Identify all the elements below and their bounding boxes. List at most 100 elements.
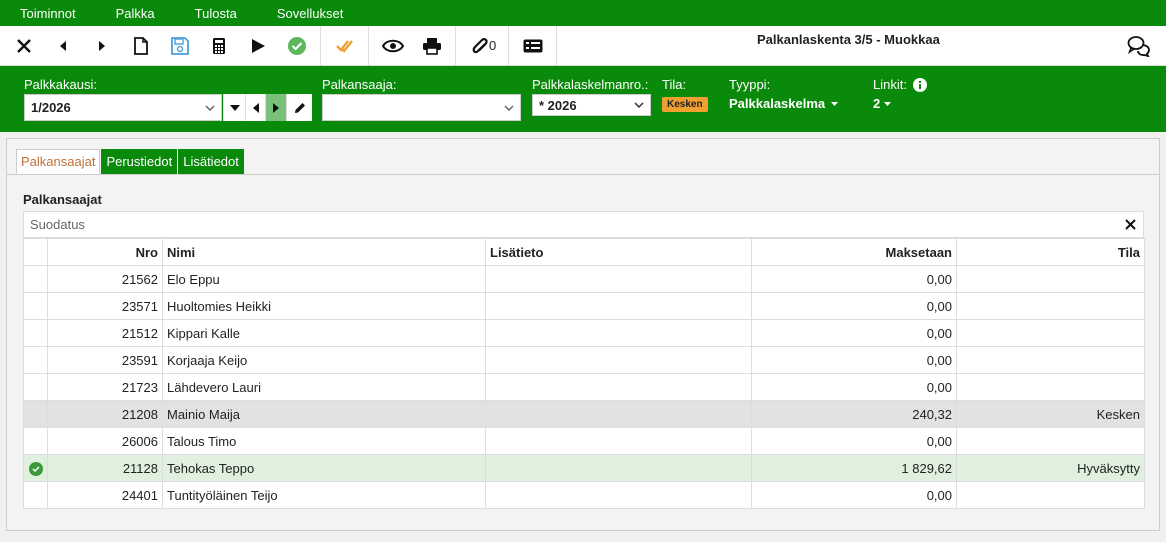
save-icon[interactable] [160, 26, 199, 66]
employee-label: Palkansaaja: [322, 77, 397, 92]
calculator-icon[interactable] [199, 26, 238, 66]
cell-tila [956, 481, 1145, 509]
table-row[interactable]: 23571 Huoltomies Heikki 0,00 [23, 292, 1145, 320]
menu-sovellukset[interactable]: Sovellukset [277, 6, 343, 21]
play-icon[interactable] [238, 26, 277, 66]
cell-lisatieto [485, 373, 752, 401]
info-icon[interactable] [913, 78, 927, 92]
period-edit-button[interactable] [286, 94, 312, 121]
col-header-nro[interactable]: Nro [47, 238, 163, 266]
caret-left-icon [252, 102, 259, 113]
table-row[interactable]: 21128 Tehokas Teppo 1 829,62 Hyväksytty [23, 454, 1145, 482]
col-header-tila[interactable]: Tila [956, 238, 1145, 266]
calcno-select[interactable]: * 2026 [532, 94, 651, 116]
period-next-button[interactable] [265, 94, 286, 121]
caret-down-icon [229, 104, 240, 111]
print-icon[interactable] [412, 26, 451, 66]
cell-tila [956, 346, 1145, 374]
col-header-lisatieto[interactable]: Lisätieto [485, 238, 752, 266]
cell-maksetaan: 0,00 [751, 427, 957, 455]
cell-nro: 21512 [47, 319, 163, 347]
cell-lisatieto [485, 346, 752, 374]
toolbar-nav-group [0, 25, 321, 66]
new-document-icon[interactable] [121, 26, 160, 66]
close-icon [1124, 219, 1136, 230]
cell-lisatieto [485, 292, 752, 320]
close-icon[interactable] [4, 26, 43, 66]
period-label: Palkkakausi: [24, 77, 97, 92]
double-check-icon[interactable] [325, 26, 364, 66]
header-form: Palkkakausi: 1/2026 Palkansaaja: Palkkal… [0, 66, 1166, 132]
type-label: Tyyppi: [729, 77, 771, 92]
period-select[interactable]: 1/2026 [24, 94, 222, 121]
employee-select[interactable] [322, 94, 521, 121]
period-prev-button[interactable] [245, 94, 265, 121]
tab-bar: Palkansaajat Perustiedot Lisätiedot [16, 149, 245, 174]
links-dropdown[interactable]: 2 [873, 96, 892, 111]
row-status-cell [23, 400, 48, 428]
attachment-count: 0 [489, 38, 497, 53]
cell-nimi: Talous Timo [162, 427, 486, 455]
table-row[interactable]: 24401 Tuntityöläinen Teijo 0,00 [23, 481, 1145, 509]
tab-palkansaajat[interactable]: Palkansaajat [16, 149, 101, 174]
cell-nimi: Tuntityöläinen Teijo [162, 481, 486, 509]
eye-icon[interactable] [373, 26, 412, 66]
cell-tila [956, 265, 1145, 293]
table-row[interactable]: 21723 Lähdevero Lauri 0,00 [23, 373, 1145, 401]
content-panel: Palkansaajat Perustiedot Lisätiedot Palk… [6, 138, 1160, 531]
cell-nro: 21562 [47, 265, 163, 293]
approve-icon[interactable] [277, 26, 316, 66]
table-header-row: Nro Nimi Lisätieto Maksetaan Tila [23, 238, 1145, 266]
row-status-cell [23, 481, 48, 509]
employees-table: Nro Nimi Lisätieto Maksetaan Tila 21562 E… [23, 238, 1145, 509]
table-row[interactable]: 21562 Elo Eppu 0,00 [23, 265, 1145, 293]
cell-nro: 23571 [47, 292, 163, 320]
id-card-icon[interactable] [513, 26, 552, 66]
cell-nimi: Korjaaja Keijo [162, 346, 486, 374]
row-status-cell [23, 319, 48, 347]
type-dropdown[interactable]: Palkkalaskelma [729, 96, 839, 111]
cell-maksetaan: 0,00 [751, 481, 957, 509]
cell-tila [956, 373, 1145, 401]
period-dropdown-button[interactable] [223, 94, 245, 121]
col-header-nimi[interactable]: Nimi [162, 238, 486, 266]
cell-nro: 26006 [47, 427, 163, 455]
status-label: Tila: [662, 77, 687, 92]
links-value: 2 [873, 96, 881, 111]
links-label: Linkit: [873, 77, 907, 92]
chevron-down-icon [504, 104, 514, 111]
next-icon[interactable] [82, 26, 121, 66]
col-header-maksetaan[interactable]: Maksetaan [751, 238, 957, 266]
table-row[interactable]: 26006 Talous Timo 0,00 [23, 427, 1145, 455]
toolbar-view-group [369, 25, 456, 66]
clear-filter-button[interactable] [1117, 212, 1143, 237]
chat-icon[interactable] [1126, 34, 1152, 58]
tab-perustiedot[interactable]: Perustiedot [101, 149, 178, 174]
col-header-status-icon [23, 238, 48, 266]
menu-toiminnot[interactable]: Toiminnot [20, 6, 76, 21]
menu-tulosta[interactable]: Tulosta [195, 6, 237, 21]
chevron-down-icon [205, 104, 215, 111]
caret-right-icon [273, 102, 279, 113]
cell-lisatieto [485, 427, 752, 455]
cell-maksetaan: 1 829,62 [751, 454, 957, 482]
cell-maksetaan: 0,00 [751, 319, 957, 347]
table-row[interactable]: 21512 Kippari Kalle 0,00 [23, 319, 1145, 347]
filter-placeholder: Suodatus [30, 217, 85, 232]
page-title: Palkanlaskenta 3/5 - Muokkaa [757, 32, 940, 47]
prev-icon[interactable] [43, 26, 82, 66]
cell-lisatieto [485, 481, 752, 509]
table-row[interactable]: 23591 Korjaaja Keijo 0,00 [23, 346, 1145, 374]
row-status-cell [23, 292, 48, 320]
row-status-cell [23, 346, 48, 374]
status-badge: Kesken [662, 97, 708, 112]
tab-lisatiedot[interactable]: Lisätiedot [178, 149, 244, 174]
row-status-cell [23, 454, 48, 482]
table-row[interactable]: 21208 Mainio Maija 240,32 Kesken [23, 400, 1145, 428]
cell-nro: 21723 [47, 373, 163, 401]
cell-nimi: Tehokas Teppo [162, 454, 486, 482]
cell-lisatieto [485, 400, 752, 428]
filter-input[interactable]: Suodatus [23, 211, 1144, 238]
cell-nro: 21128 [47, 454, 163, 482]
menu-palkka[interactable]: Palkka [116, 6, 155, 21]
